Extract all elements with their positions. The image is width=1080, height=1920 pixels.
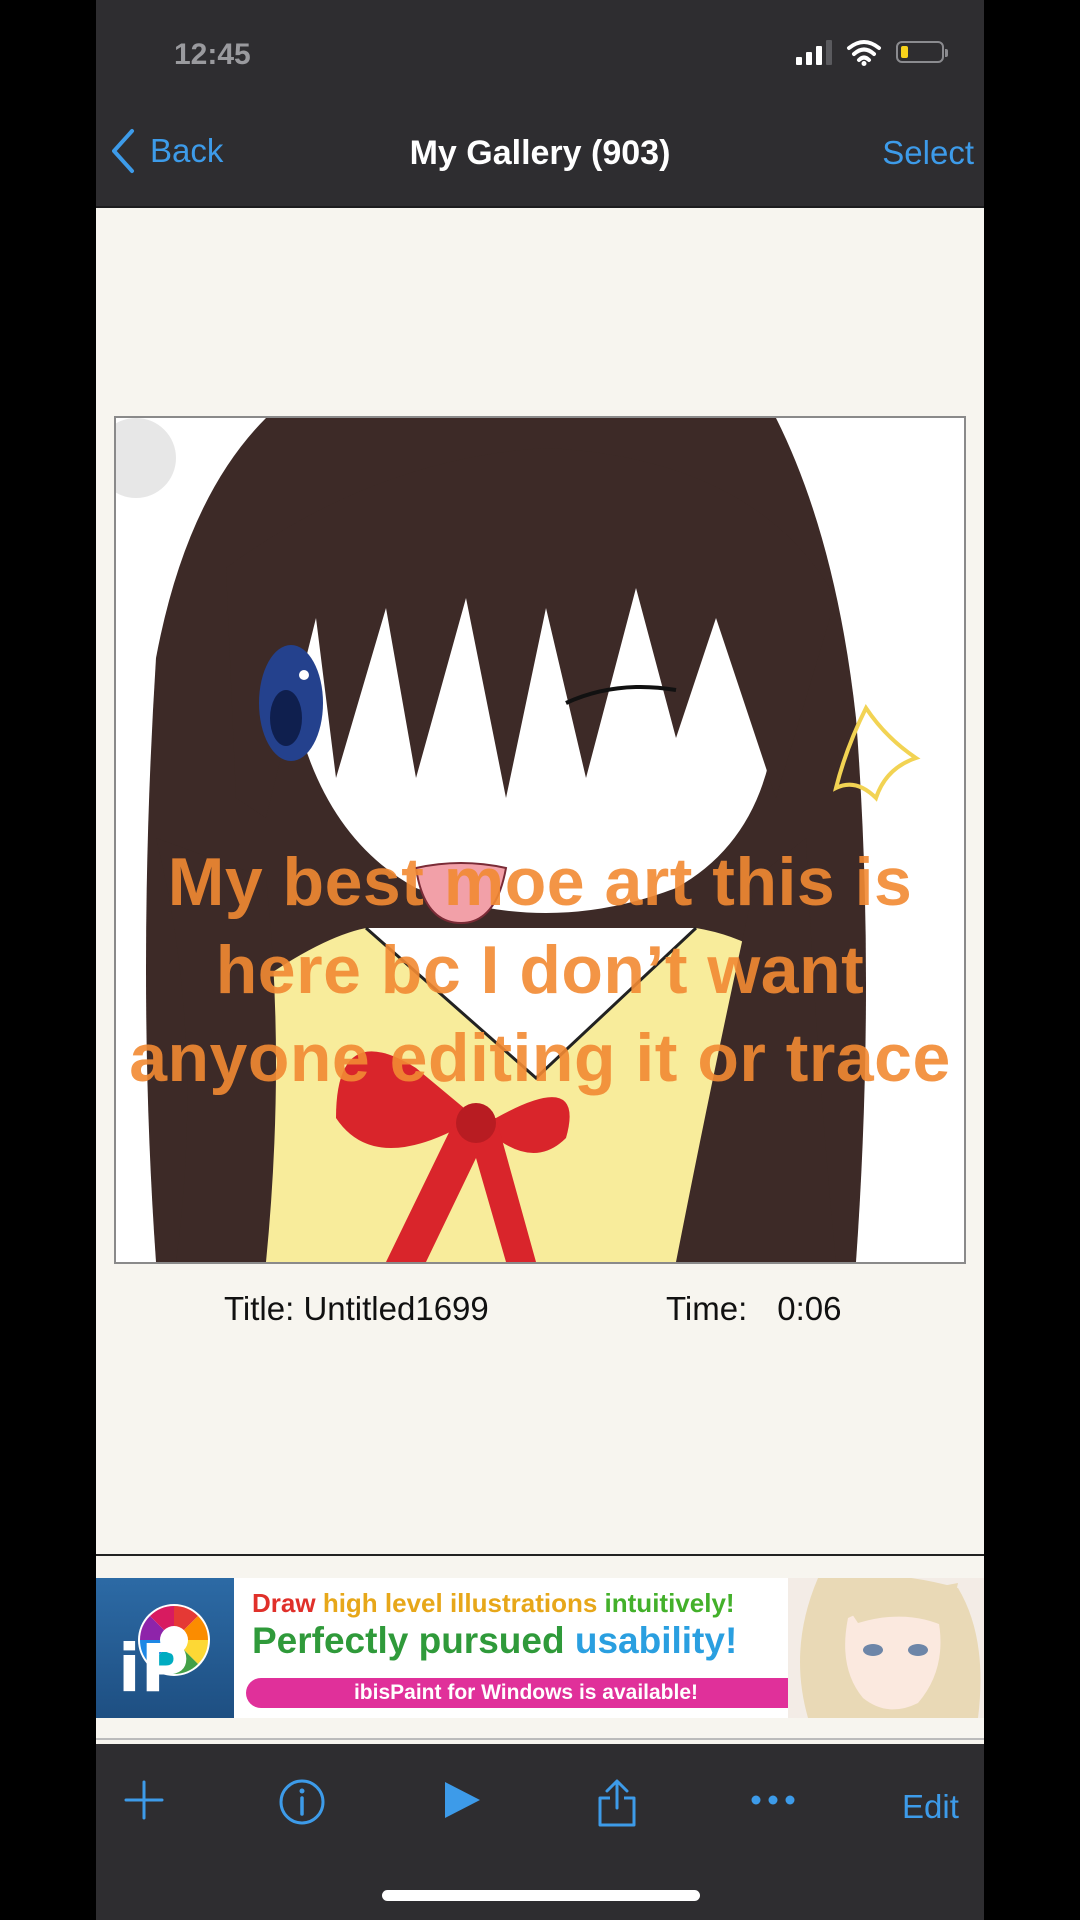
ad-subheadline: Perfectly pursued usability! [252,1620,737,1662]
ad-headline: Draw high level illustrations intuitivel… [252,1588,735,1619]
ad-logo-text: iP [118,1630,189,1707]
page-title: My Gallery (903) [409,134,671,172]
artwork-title: Title: Untitled1699 [224,1290,489,1327]
ad-subheadline-part: Perfectly pursued [252,1620,575,1661]
edit-button[interactable]: Edit [902,1788,959,1826]
bottom-toolbar: Edit [96,1744,984,1920]
status-icons [796,38,948,66]
artwork-time: Time: 0:06 [666,1290,842,1328]
ad-headline-part: Draw [252,1588,323,1618]
ad-headline-part: intuitively! [604,1588,735,1618]
ad-banner[interactable]: iP Draw high level illustrations intuiti… [96,1578,984,1718]
status-time: 12:45 [174,38,251,71]
select-button[interactable]: Select [882,134,974,172]
wifi-icon [847,40,881,66]
share-icon[interactable] [596,1778,638,1828]
home-indicator[interactable] [382,1890,700,1901]
battery-icon [896,41,948,63]
divider [96,1554,984,1556]
play-icon[interactable] [442,1778,482,1822]
cellular-signal-icon [796,39,832,65]
top-bar: 12:45 Back My Gallery (903) Select [96,0,984,208]
info-icon[interactable] [278,1778,326,1826]
artwork-preview[interactable]: My best moe art this is here bc I don’t … [114,416,966,1264]
ad-subheadline-part: usability! [574,1620,738,1661]
time-value: 0:06 [777,1290,842,1327]
ad-headline-part: high level illustrations [322,1588,605,1618]
artwork-caption-overlay: My best moe art this is here bc I don’t … [129,844,951,1096]
time-label: Time: [666,1290,748,1327]
ad-character-portrait [788,1578,984,1718]
more-icon[interactable] [750,1794,796,1806]
ibispaint-logo: iP [96,1578,234,1718]
gallery-screen: 12:45 Back My Gallery (903) Select My be… [96,0,984,1920]
divider [96,1738,984,1740]
ad-cta-pill[interactable]: ibisPaint for Windows is available! [246,1678,806,1708]
add-icon[interactable] [124,1778,164,1822]
